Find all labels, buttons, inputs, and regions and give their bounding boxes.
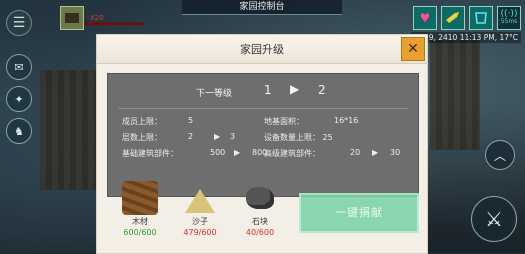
wifi-symbol: ((·)) [500,9,518,19]
chevron-up-icon[interactable]: ︿ [485,140,515,170]
home-upgrade-dialog: 家园升级 ✕ 下一等级 1 ▶ 2 成员上限： 5 地基面积： 16*16 层数… [96,34,428,254]
mail-icon[interactable]: ✉ [6,54,32,80]
arrow-right-icon: ▶ [372,148,379,157]
basic-parts-from: 500 [210,148,226,157]
heart-icon[interactable]: ♥ [413,6,437,30]
one-click-donate-button[interactable]: 一键捐献 [299,193,419,233]
resource-count: 600/600 [123,228,157,237]
horse-icon[interactable]: ♞ [6,118,32,144]
next-level: 2 [318,83,326,97]
resource-name: 木材 [132,217,148,226]
map-icon[interactable]: ✦ [6,86,32,112]
menu-icon[interactable]: ☰ [6,10,32,36]
floors-label: 层数上限： [122,133,162,142]
dialog-header: 家园升级 ✕ [97,35,427,64]
floors-stat: 层数上限： 2 ▶ 3 [122,132,235,143]
arrow-right-icon: ▶ [290,82,300,96]
sword-icon[interactable]: ⚔ [471,196,517,242]
devices-value: 25 [322,133,333,142]
close-button[interactable]: ✕ [401,37,425,61]
resource-sand: 沙子 479/600 [175,181,225,245]
devices-stat: 设备数量上限： 25 [264,132,333,143]
resource-stone: 石块 40/600 [235,181,285,245]
floors-from: 2 [188,132,194,141]
area-stat: 地基面积： 16*16 [264,116,358,127]
horn-icon[interactable] [441,6,465,30]
resource-count: 40/600 [245,228,275,237]
advanced-parts-from: 20 [350,148,361,157]
arrow-right-icon: ▶ [234,148,241,157]
resource-count: 479/600 [183,228,217,237]
dialog-title: 家园升级 [240,43,284,56]
resource-name: 石块 [252,217,268,226]
resource-wood: 木材 600/600 [115,181,165,245]
wood-icon [122,181,158,215]
page-title: 家园控制台 [182,0,342,15]
cup-icon-svg [475,12,487,24]
arrow-right-icon: ▶ [214,132,221,141]
devices-label: 设备数量上限： [264,133,320,142]
members-value: 5 [188,116,194,125]
members-label: 成员上限： [122,117,162,126]
upgrade-info-panel: 下一等级 1 ▶ 2 成员上限： 5 地基面积： 16*16 层数上限： 2 ▶… [107,73,419,197]
area-label: 地基面积： [264,117,304,126]
floors-to: 3 [230,132,236,141]
members-stat: 成员上限： 5 [122,116,193,127]
next-level-row: 下一等级 1 ▶ 2 [178,80,348,104]
wifi-icon: ((·)) 55ms [497,6,521,30]
scene-wood-wall-right [430,40,480,150]
basic-parts-label: 基础建筑部件： [122,149,178,158]
advanced-parts-to: 30 [390,148,401,157]
horn-icon-svg [446,12,459,23]
advanced-parts-label: 高级建筑部件： [264,149,320,158]
advanced-parts-stat: 高级建筑部件： 20 ▶ 30 [264,148,400,159]
hp-bar [84,22,144,25]
ping-value: 55ms [500,18,518,25]
player-avatar[interactable] [60,6,84,30]
hp-text: X20 [90,14,104,22]
cup-icon[interactable] [469,6,493,30]
current-level: 1 [264,83,272,97]
divider [118,108,408,109]
sand-icon [182,181,218,215]
next-level-label: 下一等级 [196,89,233,99]
basic-parts-stat: 基础建筑部件： 500 ▶ 800 [122,148,267,159]
scene-wood-wall [40,70,100,190]
top-right-toolbar: ♥ ((·)) 55ms [413,6,521,30]
player-status: X20 [60,6,104,30]
stone-icon [242,181,278,215]
area-value: 16*16 [334,116,359,125]
resource-name: 沙子 [192,217,208,226]
